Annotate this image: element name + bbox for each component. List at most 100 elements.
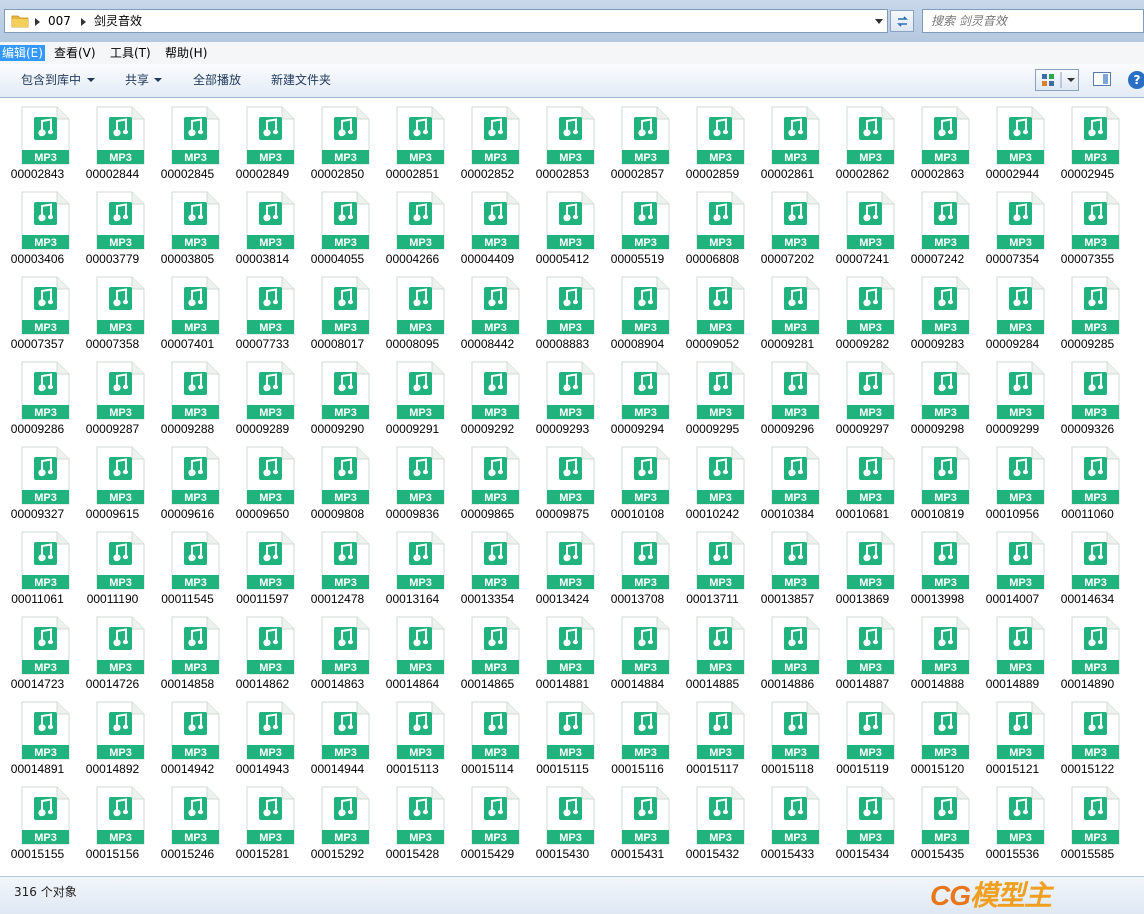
file-item[interactable]: MP3 00015122	[1050, 693, 1125, 776]
file-item[interactable]: MP3 00009299	[975, 353, 1050, 436]
file-item[interactable]: MP3 00015585	[1050, 778, 1125, 861]
file-item[interactable]: MP3 00009291	[375, 353, 450, 436]
file-item[interactable]: MP3 00004055	[300, 183, 375, 266]
file-item[interactable]: MP3 00007241	[825, 183, 900, 266]
file-item[interactable]: MP3 00014858	[150, 608, 225, 691]
file-item[interactable]: MP3 00009052	[675, 268, 750, 351]
file-item[interactable]: MP3 00015435	[900, 778, 975, 861]
file-item[interactable]: MP3 00004266	[375, 183, 450, 266]
file-item[interactable]: MP3 00002853	[525, 98, 600, 181]
file-item[interactable]: MP3 00013857	[750, 523, 825, 606]
address-dropdown-icon[interactable]	[875, 19, 883, 24]
menu-help[interactable]: 帮助(H)	[165, 46, 207, 60]
file-item[interactable]: MP3 00015429	[450, 778, 525, 861]
file-item[interactable]: MP3 00009289	[225, 353, 300, 436]
file-item[interactable]: MP3 00008883	[525, 268, 600, 351]
file-item[interactable]: MP3 00002863	[900, 98, 975, 181]
file-item[interactable]: MP3 00014891	[0, 693, 75, 776]
file-item[interactable]: MP3 00011597	[225, 523, 300, 606]
file-item[interactable]: MP3 00015119	[825, 693, 900, 776]
file-item[interactable]: MP3 00014888	[900, 608, 975, 691]
file-item[interactable]: MP3 00014942	[150, 693, 225, 776]
file-item[interactable]: MP3 00007358	[75, 268, 150, 351]
file-item[interactable]: MP3 00015432	[675, 778, 750, 861]
file-item[interactable]: MP3 00002850	[300, 98, 375, 181]
file-item[interactable]: MP3 00002852	[450, 98, 525, 181]
file-item[interactable]: MP3 00009296	[750, 353, 825, 436]
file-item[interactable]: MP3 00010681	[825, 438, 900, 521]
search-box[interactable]	[922, 9, 1144, 33]
breadcrumb-item-current[interactable]: 剑灵音效	[94, 13, 142, 29]
breadcrumb-separator-icon[interactable]	[81, 18, 86, 26]
play-all-button[interactable]: 全部播放	[193, 73, 241, 87]
file-item[interactable]: MP3 00010956	[975, 438, 1050, 521]
file-item[interactable]: MP3 00002843	[0, 98, 75, 181]
file-item[interactable]: MP3 00009281	[750, 268, 825, 351]
file-item[interactable]: MP3 00008017	[300, 268, 375, 351]
file-item[interactable]: MP3 00009865	[450, 438, 525, 521]
menu-tools[interactable]: 工具(T)	[110, 46, 151, 60]
include-in-library-button[interactable]: 包含到库中	[21, 73, 81, 87]
file-item[interactable]: MP3 00009294	[600, 353, 675, 436]
file-item[interactable]: MP3 00008442	[450, 268, 525, 351]
file-item[interactable]: MP3 00009282	[825, 268, 900, 351]
file-item[interactable]: MP3 00014865	[450, 608, 525, 691]
file-item[interactable]: MP3 00011190	[75, 523, 150, 606]
file-item[interactable]: MP3 00014890	[1050, 608, 1125, 691]
file-item[interactable]: MP3 00015115	[525, 693, 600, 776]
menu-view[interactable]: 查看(V)	[54, 46, 96, 60]
file-item[interactable]: MP3 00010242	[675, 438, 750, 521]
breadcrumb-item-007[interactable]: 007	[48, 13, 71, 29]
file-item[interactable]: MP3 00008095	[375, 268, 450, 351]
file-item[interactable]: MP3 00005412	[525, 183, 600, 266]
file-item[interactable]: MP3 00003805	[150, 183, 225, 266]
file-item[interactable]: MP3 00015431	[600, 778, 675, 861]
file-item[interactable]: MP3 00003814	[225, 183, 300, 266]
file-item[interactable]: MP3 00003406	[0, 183, 75, 266]
file-item[interactable]: MP3 00010819	[900, 438, 975, 521]
file-item[interactable]: MP3 00009295	[675, 353, 750, 436]
file-item[interactable]: MP3 00002845	[150, 98, 225, 181]
file-item[interactable]: MP3 00014862	[225, 608, 300, 691]
file-item[interactable]: MP3 00014889	[975, 608, 1050, 691]
file-item[interactable]: MP3 00011060	[1050, 438, 1125, 521]
change-view-button[interactable]	[1035, 69, 1079, 91]
file-item[interactable]: MP3 00011545	[150, 523, 225, 606]
share-button[interactable]: 共享	[125, 73, 149, 87]
file-item[interactable]: MP3 00013869	[825, 523, 900, 606]
breadcrumb-separator-icon[interactable]	[35, 18, 40, 26]
file-item[interactable]: MP3 00006808	[675, 183, 750, 266]
file-item[interactable]: MP3 00015113	[375, 693, 450, 776]
file-item[interactable]: MP3 00009808	[300, 438, 375, 521]
file-item[interactable]: MP3 00009286	[0, 353, 75, 436]
file-item[interactable]: MP3 00009297	[825, 353, 900, 436]
file-item[interactable]: MP3 00009650	[225, 438, 300, 521]
file-item[interactable]: MP3 00013424	[525, 523, 600, 606]
file-item[interactable]: MP3 00015428	[375, 778, 450, 861]
file-item[interactable]: MP3 00007242	[900, 183, 975, 266]
file-item[interactable]: MP3 00015536	[975, 778, 1050, 861]
file-item[interactable]: MP3 00004409	[450, 183, 525, 266]
file-item[interactable]: MP3 00009290	[300, 353, 375, 436]
file-item[interactable]: MP3 00015156	[75, 778, 150, 861]
file-item[interactable]: MP3 00014863	[300, 608, 375, 691]
file-item[interactable]: MP3 00002859	[675, 98, 750, 181]
file-item[interactable]: MP3 00014007	[975, 523, 1050, 606]
file-item[interactable]: MP3 00002844	[75, 98, 150, 181]
file-item[interactable]: MP3 00002945	[1050, 98, 1125, 181]
file-item[interactable]: MP3 00014864	[375, 608, 450, 691]
file-item[interactable]: MP3 00008904	[600, 268, 675, 351]
file-item[interactable]: MP3 00009326	[1050, 353, 1125, 436]
file-item[interactable]: MP3 00015434	[825, 778, 900, 861]
file-item[interactable]: MP3 00014726	[75, 608, 150, 691]
help-icon[interactable]: ?	[1128, 71, 1144, 89]
file-item[interactable]: MP3 00015433	[750, 778, 825, 861]
file-item[interactable]: MP3 00007401	[150, 268, 225, 351]
file-item[interactable]: MP3 00015118	[750, 693, 825, 776]
file-item[interactable]: MP3 00015246	[150, 778, 225, 861]
file-item[interactable]: MP3 00012478	[300, 523, 375, 606]
file-item[interactable]: MP3 00013711	[675, 523, 750, 606]
file-item[interactable]: MP3 00002861	[750, 98, 825, 181]
file-item[interactable]: MP3 00014886	[750, 608, 825, 691]
file-item[interactable]: MP3 00014881	[525, 608, 600, 691]
